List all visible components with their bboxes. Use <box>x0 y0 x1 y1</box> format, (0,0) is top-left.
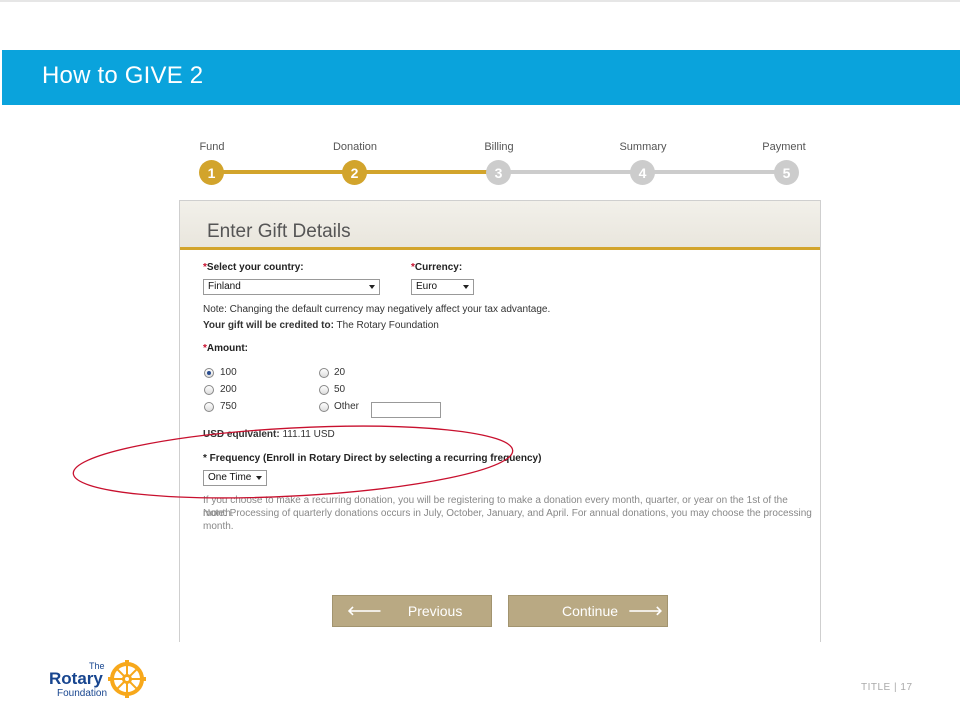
step-label-payment: Payment <box>762 141 806 153</box>
arrow-right-icon: 🡒 <box>628 603 663 618</box>
amount-radio-20[interactable] <box>319 368 329 378</box>
credit-label: Your gift will be credited to: <box>203 320 334 331</box>
step-label-billing: Billing <box>484 141 514 153</box>
currency-select-value: Euro <box>416 281 438 292</box>
frequency-select-value: One Time <box>208 472 252 483</box>
continue-button-label: Continue <box>562 603 619 619</box>
amount-option-label: 100 <box>220 367 237 378</box>
currency-label: *Currency: <box>411 262 462 273</box>
logo-foundation: Foundation <box>57 688 108 699</box>
continue-button[interactable]: Continue 🡒 <box>508 595 668 627</box>
previous-button[interactable]: 🡐 Previous <box>332 595 492 627</box>
chevron-down-icon <box>256 476 262 480</box>
panel-title: Enter Gift Details <box>207 221 351 242</box>
logo-rotary: Rotary <box>49 669 103 688</box>
currency-label-text: Currency: <box>414 262 463 273</box>
previous-button-label: Previous <box>407 603 463 619</box>
chevron-down-icon <box>369 285 375 289</box>
country-label: *Select your country: <box>203 262 304 273</box>
step-connector-1 <box>212 170 355 174</box>
slide-title: How to GIVE 2 <box>42 62 204 89</box>
amount-option-label: 50 <box>334 384 346 395</box>
currency-select[interactable]: Euro <box>411 279 474 295</box>
frequency-select[interactable]: One Time <box>203 470 267 486</box>
amount-option-label: 200 <box>220 384 237 395</box>
arrow-left-icon: 🡐 <box>347 603 382 618</box>
country-select-value: Finland <box>208 281 241 292</box>
step-circle-summary: 4 <box>630 160 655 185</box>
amount-option-label: 20 <box>334 367 346 378</box>
step-circle-fund[interactable]: 1 <box>199 160 224 185</box>
step-label-donation: Donation <box>332 141 378 153</box>
usd-label: USD equivalent: <box>203 429 280 440</box>
step-circle-payment: 5 <box>774 160 799 185</box>
amount-radio-750[interactable] <box>204 402 214 412</box>
step-label-summary: Summary <box>619 141 667 153</box>
amount-label: *Amount: <box>203 343 248 354</box>
amount-radio-50[interactable] <box>319 385 329 395</box>
chevron-down-icon <box>463 285 469 289</box>
step-label-fund: Fund <box>199 141 225 153</box>
currency-note: Note: Changing the default currency may … <box>203 304 551 315</box>
other-amount-input[interactable] <box>371 402 441 418</box>
step-connector-2 <box>355 170 499 174</box>
usd-equivalent: USD equivalent: 111.11 USD <box>203 429 335 440</box>
amount-option-label: 750 <box>220 401 237 412</box>
step-circle-billing: 3 <box>486 160 511 185</box>
step-circle-donation[interactable]: 2 <box>342 160 367 185</box>
credit-value: The Rotary Foundation <box>336 320 439 331</box>
credit-line: Your gift will be credited to: The Rotar… <box>203 320 439 331</box>
frequency-label: * Frequency (Enroll in Rotary Direct by … <box>203 453 542 464</box>
usd-value: 111.11 USD <box>282 429 335 440</box>
amount-label-text: Amount: <box>206 343 249 354</box>
footer-page-label: TITLE | 17 <box>861 682 913 693</box>
step-connector-3 <box>499 170 643 174</box>
country-select[interactable]: Finland <box>203 279 380 295</box>
step-connector-4 <box>643 170 787 174</box>
amount-radio-other[interactable] <box>319 402 329 412</box>
top-border <box>0 0 960 2</box>
panel-header: Enter Gift Details <box>180 200 820 250</box>
recurring-note-2: Note: Processing of quarterly donations … <box>203 508 812 519</box>
amount-radio-100[interactable] <box>204 368 214 378</box>
recurring-note-3: month. <box>203 521 234 532</box>
country-label-text: Select your country: <box>206 262 304 273</box>
rotary-wheel-icon <box>108 660 146 698</box>
amount-option-label: Other <box>334 401 360 412</box>
amount-radio-200[interactable] <box>204 385 214 395</box>
